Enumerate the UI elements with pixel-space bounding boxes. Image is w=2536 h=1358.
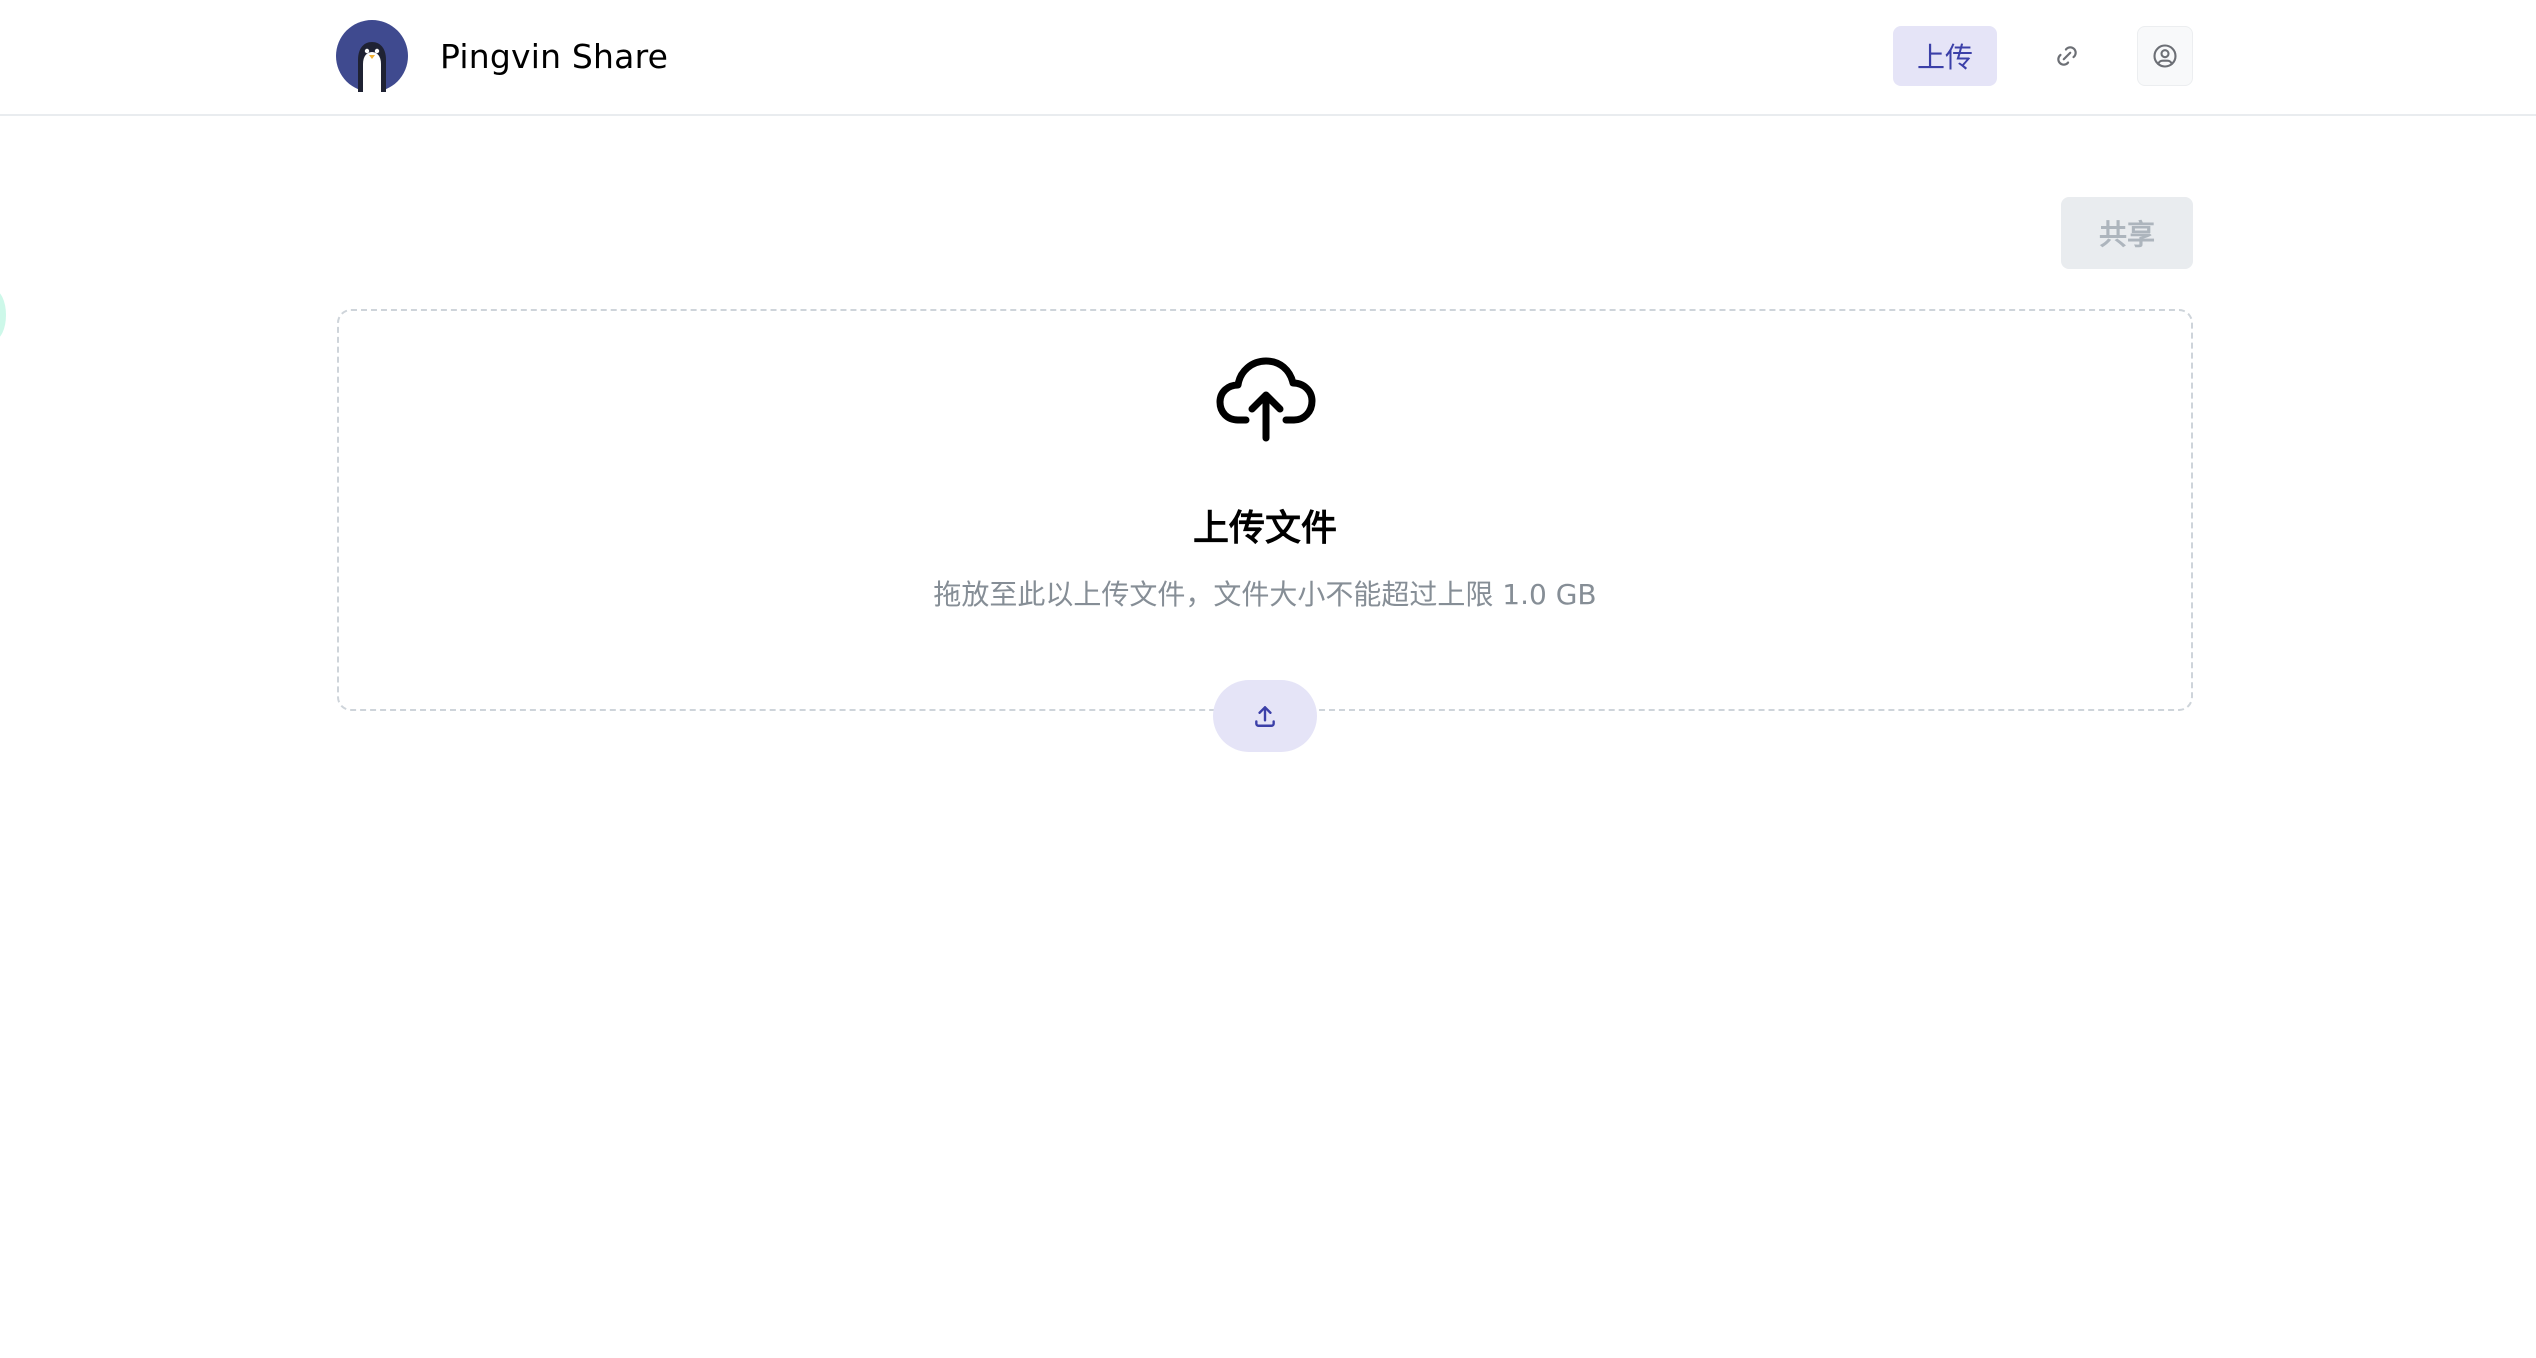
file-dropzone[interactable]: 上传文件 拖放至此以上传文件，文件大小不能超过上限 1.0 GB [337,309,2193,711]
link-icon [2057,46,2077,66]
background-decoration [0,290,6,340]
nav-upload-button[interactable]: 上传 [1893,26,1997,86]
select-files-button[interactable] [1213,680,1317,752]
user-circle-icon [2153,44,2177,68]
page: Pingvin Share 上传 共享 上传文件 拖放至此以上传文件，文件大小不… [0,0,2536,1358]
upload-icon [1255,706,1275,727]
brand-link[interactable]: Pingvin Share [336,20,668,92]
dropzone-subtitle: 拖放至此以上传文件，文件大小不能超过上限 1.0 GB [933,578,1597,611]
cloud-upload-icon [1216,357,1316,442]
share-button[interactable]: 共享 [2061,197,2193,269]
app-title: Pingvin Share [440,36,669,76]
user-menu-button[interactable] [2137,26,2193,86]
dropzone-title: 上传文件 [1192,508,1337,549]
nav-shares-link[interactable] [2039,26,2095,86]
penguin-logo-icon [336,20,408,92]
